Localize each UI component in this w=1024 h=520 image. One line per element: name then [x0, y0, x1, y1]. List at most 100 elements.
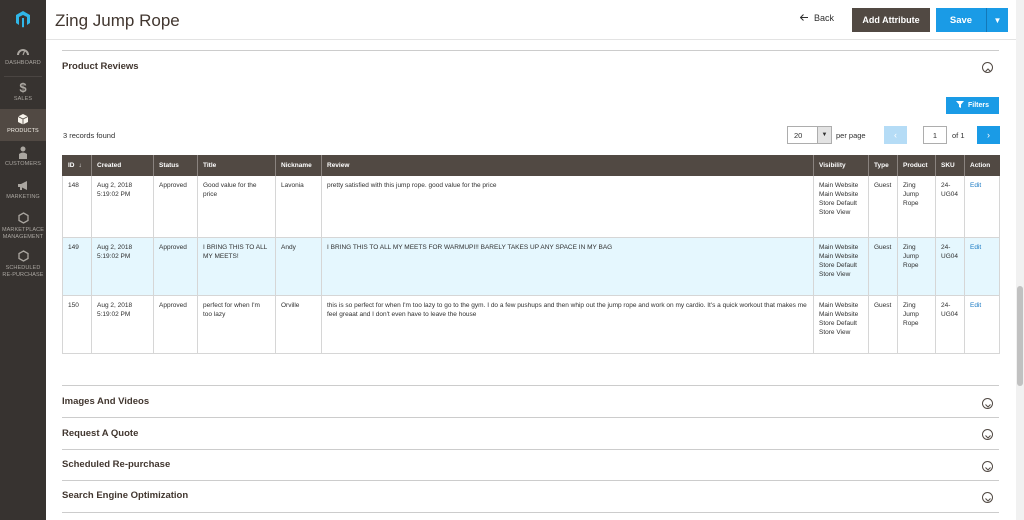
table-row[interactable]: 150 Aug 2, 2018 5:19:02 PM Approved perf…: [62, 295, 1000, 354]
cell-visibility: Main Website Main Website Store Default …: [813, 295, 869, 354]
column-header-review[interactable]: Review: [321, 155, 814, 176]
section-divider: [62, 385, 999, 386]
cell-status: Approved: [153, 237, 198, 296]
section-divider: [62, 50, 999, 51]
nav-marketplace-management[interactable]: MARKETPLACE MANAGEMENT: [0, 209, 46, 243]
scrollbar-thumb[interactable]: [1017, 286, 1023, 386]
caret-down-icon: ▼: [993, 15, 1002, 25]
column-header-sku[interactable]: SKU: [935, 155, 965, 176]
logo-icon: [16, 11, 30, 28]
magento-logo[interactable]: [0, 0, 46, 38]
filter-icon: [955, 101, 964, 110]
expand-toggle[interactable]: [982, 492, 993, 503]
nav-customers[interactable]: CUSTOMERS: [0, 143, 46, 173]
nav-marketing-label: MARKETING: [6, 194, 40, 200]
table-header-row: ID ↓ Created Status Title Nickname Review…: [62, 155, 1000, 176]
sort-arrow-icon: ↓: [78, 163, 82, 169]
cell-id: 148: [62, 176, 92, 238]
nav-sales-label: SALES: [13, 96, 33, 102]
column-header-id[interactable]: ID ↓: [62, 155, 92, 176]
cell-title: I BRING THIS TO ALL MY MEETS!: [197, 237, 276, 296]
nav-scheduled-repurchase[interactable]: SCHEDULED RE-PURCHASE: [0, 247, 46, 281]
megaphone-icon: [17, 178, 30, 192]
save-dropdown-button[interactable]: ▼: [986, 8, 1008, 32]
nav-products-label: PRODUCTS: [7, 128, 39, 134]
nav-dashboard[interactable]: DASHBOARD: [0, 44, 46, 72]
column-header-created[interactable]: Created: [91, 155, 154, 176]
edit-link[interactable]: Edit: [964, 176, 1000, 238]
cell-sku: 24-UG04: [935, 176, 965, 238]
cell-title: Good value for the price: [197, 176, 276, 238]
per-page-value: 20: [794, 130, 803, 140]
cell-sku: 24-UG04: [935, 237, 965, 296]
previous-page-button[interactable]: ‹: [884, 126, 907, 144]
page-number-input[interactable]: 1: [923, 126, 947, 144]
save-button[interactable]: Save: [936, 8, 986, 32]
cell-status: Approved: [153, 176, 198, 238]
expand-toggle[interactable]: [982, 429, 993, 440]
chevron-down-icon: [984, 458, 991, 476]
column-header-type[interactable]: Type: [868, 155, 898, 176]
expand-toggle[interactable]: [982, 461, 993, 472]
box-icon: [17, 112, 29, 126]
chevron-down-icon: [984, 426, 991, 444]
back-button[interactable]: Back: [799, 13, 834, 23]
cell-product: Zing Jump Rope: [897, 295, 936, 354]
section-divider: [62, 417, 999, 418]
cell-id: 149: [62, 237, 92, 296]
section-request-a-quote[interactable]: Request A Quote: [62, 428, 138, 439]
nav-customers-label: CUSTOMERS: [5, 161, 41, 167]
nav-dashboard-label: DASHBOARD: [5, 60, 41, 66]
cell-type: Guest: [868, 176, 898, 238]
add-attribute-button[interactable]: Add Attribute: [852, 8, 930, 32]
filters-label: Filters: [967, 102, 989, 109]
cell-visibility: Main Website Main Website Store Default …: [813, 237, 869, 296]
product-reviews-title[interactable]: Product Reviews: [62, 61, 139, 72]
section-images-and-videos[interactable]: Images And Videos: [62, 396, 149, 407]
column-header-title[interactable]: Title: [197, 155, 276, 176]
edit-link[interactable]: Edit: [964, 295, 1000, 354]
cell-type: Guest: [868, 237, 898, 296]
next-page-button[interactable]: ›: [977, 126, 1000, 144]
hexagon-icon: [17, 249, 29, 263]
cell-id: 150: [62, 295, 92, 354]
per-page-label: per page: [836, 131, 866, 140]
table-row[interactable]: 148 Aug 2, 2018 5:19:02 PM Approved Good…: [62, 176, 1000, 238]
cell-sku: 24-UG04: [935, 295, 965, 354]
chevron-down-icon: [984, 395, 991, 413]
chevron-down-icon: [984, 489, 991, 507]
filters-button[interactable]: Filters: [946, 97, 999, 114]
records-count: 3 records found: [63, 131, 116, 140]
column-header-status[interactable]: Status: [153, 155, 198, 176]
cell-product: Zing Jump Rope: [897, 176, 936, 238]
section-search-engine-optimization[interactable]: Search Engine Optimization: [62, 490, 188, 501]
edit-link[interactable]: Edit: [964, 237, 1000, 296]
per-page-select[interactable]: 20 ▼: [787, 126, 832, 144]
chevron-left-icon: ‹: [894, 130, 897, 140]
collapse-toggle[interactable]: [982, 62, 993, 73]
cell-type: Guest: [868, 295, 898, 354]
nav-marketing[interactable]: MARKETING: [0, 176, 46, 206]
page-total: of 1: [952, 131, 965, 140]
cell-product: Zing Jump Rope: [897, 237, 936, 296]
table-row[interactable]: 149 Aug 2, 2018 5:19:02 PM Approved I BR…: [62, 237, 1000, 296]
cell-review: pretty satisfied with this jump rope. go…: [321, 176, 814, 238]
hexagon-icon: [17, 211, 29, 225]
cell-created: Aug 2, 2018 5:19:02 PM: [91, 295, 154, 354]
column-header-visibility[interactable]: Visibility: [813, 155, 869, 176]
section-divider: [62, 449, 999, 450]
nav-products[interactable]: PRODUCTS: [0, 109, 46, 141]
chevron-up-icon: [984, 59, 991, 77]
column-header-nickname[interactable]: Nickname: [275, 155, 322, 176]
expand-toggle[interactable]: [982, 398, 993, 409]
cell-nickname: Lavonia: [275, 176, 322, 238]
nav-scheduled-label: SCHEDULED RE-PURCHASE: [2, 265, 44, 278]
section-divider: [62, 512, 999, 513]
nav-sales[interactable]: $ SALES: [0, 78, 46, 108]
section-scheduled-re-purchase[interactable]: Scheduled Re-purchase: [62, 459, 170, 470]
cell-visibility: Main Website Main Website Store Default …: [813, 176, 869, 238]
column-header-product[interactable]: Product: [897, 155, 936, 176]
nav-marketplace-label: MARKETPLACE MANAGEMENT: [1, 227, 45, 240]
admin-sidebar: DASHBOARD $ SALES PRODUCTS CUSTOMERS MAR…: [0, 0, 46, 520]
page-scrollbar[interactable]: [1016, 0, 1024, 520]
